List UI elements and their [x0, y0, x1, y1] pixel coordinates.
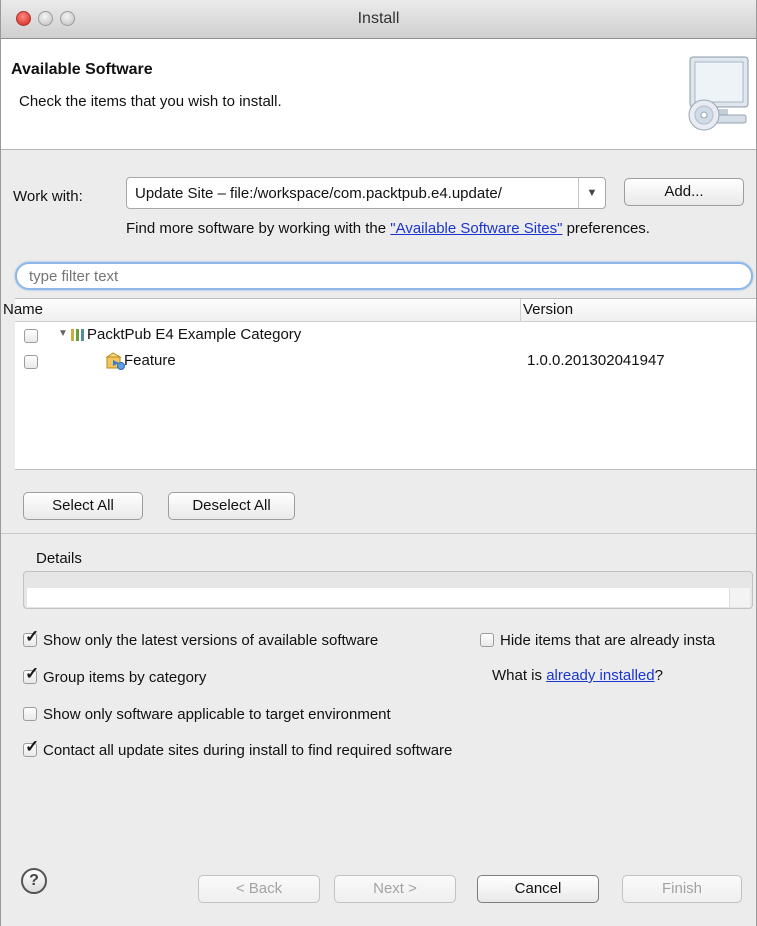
row-checkbox[interactable] [24, 329, 38, 343]
table-header: Name Version [3, 299, 756, 322]
row-checkbox[interactable] [24, 355, 38, 369]
details-scrollbar[interactable] [729, 588, 750, 607]
deselect-all-button[interactable]: Deselect All [168, 492, 295, 520]
hide-installed-checkbox[interactable] [480, 633, 494, 647]
column-header-name[interactable]: Name [3, 301, 43, 318]
option-label: Show only the latest versions of availab… [43, 632, 379, 649]
option-group-by-category[interactable]: ✓ Group items by category [23, 665, 207, 686]
window-title: Install [357, 10, 400, 27]
available-software-sites-link[interactable]: "Available Software Sites" [390, 220, 562, 237]
finish-button[interactable]: Finish [622, 875, 742, 903]
work-with-label: Work with: [13, 188, 83, 205]
table-row[interactable]: ▼ PacktPub E4 Example Category [15, 323, 756, 349]
separator [1, 533, 756, 534]
option-contact-all-sites[interactable]: ✓ Contact all update sites during install… [23, 738, 453, 759]
target-environment-checkbox[interactable] [23, 707, 37, 721]
option-hide-installed[interactable]: Hide items that are already insta [480, 632, 715, 649]
page-title: Available Software [11, 61, 153, 78]
details-text[interactable] [27, 588, 729, 607]
install-dialog: Install Available Software Check the ite… [0, 0, 757, 926]
column-separator[interactable] [520, 299, 521, 321]
title-bar: Install [1, 0, 756, 39]
help-icon[interactable]: ? [21, 868, 47, 894]
back-button[interactable]: < Back [198, 875, 320, 903]
cancel-button[interactable]: Cancel [477, 875, 599, 903]
install-wizard-icon [688, 56, 749, 131]
expand-triangle-icon[interactable]: ▼ [58, 328, 68, 339]
column-header-version[interactable]: Version [523, 301, 573, 318]
add-site-button[interactable]: Add... [624, 178, 744, 206]
option-show-latest[interactable]: ✓ Show only the latest versions of availa… [23, 628, 379, 649]
row-name: Feature [124, 352, 176, 369]
table-row[interactable]: Feature 1.0.0.201302041947 [15, 349, 756, 375]
option-label: Hide items that are already insta [500, 632, 716, 649]
find-more-prefix: Find more software by working with the [126, 220, 391, 237]
option-label: Group items by category [43, 669, 207, 686]
work-with-combo[interactable]: Update Site – file:/workspace/com.packtp… [126, 177, 606, 209]
category-icon [71, 329, 84, 341]
find-more-text: Find more software by working with the "… [126, 220, 650, 237]
row-name: PacktPub E4 Example Category [87, 326, 302, 343]
details-area [23, 571, 753, 609]
find-more-suffix: preferences. [562, 220, 650, 237]
header-banner: Available Software Check the items that … [1, 39, 756, 150]
option-label: Show only software applicable to target … [43, 706, 391, 723]
select-all-button[interactable]: Select All [23, 492, 143, 520]
group-by-category-checkbox[interactable]: ✓ [23, 665, 39, 684]
contact-all-sites-checkbox[interactable]: ✓ [23, 738, 39, 757]
filter-input[interactable] [27, 267, 731, 286]
what-is-prefix: What is [492, 667, 547, 684]
feature-icon [105, 352, 125, 370]
filter-field[interactable] [15, 262, 753, 290]
page-description: Check the items that you wish to install… [19, 93, 282, 110]
row-version: 1.0.0.201302041947 [527, 352, 665, 369]
show-latest-checkbox[interactable]: ✓ [23, 628, 39, 647]
what-is-installed-text: What is already installed? [492, 667, 663, 684]
already-installed-link[interactable]: already installed [546, 667, 654, 684]
what-is-suffix: ? [654, 667, 663, 684]
work-with-value: Update Site – file:/workspace/com.packtp… [135, 185, 502, 202]
details-label: Details [36, 550, 82, 567]
next-button[interactable]: Next > [334, 875, 456, 903]
option-target-environment[interactable]: Show only software applicable to target … [23, 706, 391, 723]
software-tree-table: Name Version ▼ PacktPub E4 Example Categ… [3, 298, 756, 470]
option-label: Contact all update sites during install … [43, 742, 453, 759]
chevron-down-icon[interactable]: ▼ [578, 178, 605, 208]
